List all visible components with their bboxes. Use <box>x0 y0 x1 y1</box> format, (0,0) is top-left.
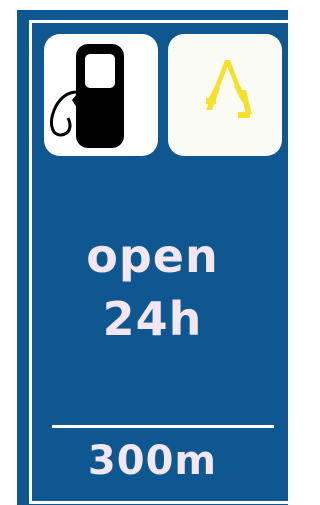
status-open-label: open <box>86 229 219 283</box>
fuel-pump-icon <box>49 44 124 148</box>
divider-line <box>52 425 274 428</box>
brand-tile <box>168 34 282 156</box>
fuel-tile <box>44 34 158 156</box>
service-sign: open 24h 300m <box>17 10 290 505</box>
distance-label: 300m <box>87 438 218 484</box>
hours-label: 24h <box>102 292 203 346</box>
brand-logo-icon <box>206 60 252 118</box>
